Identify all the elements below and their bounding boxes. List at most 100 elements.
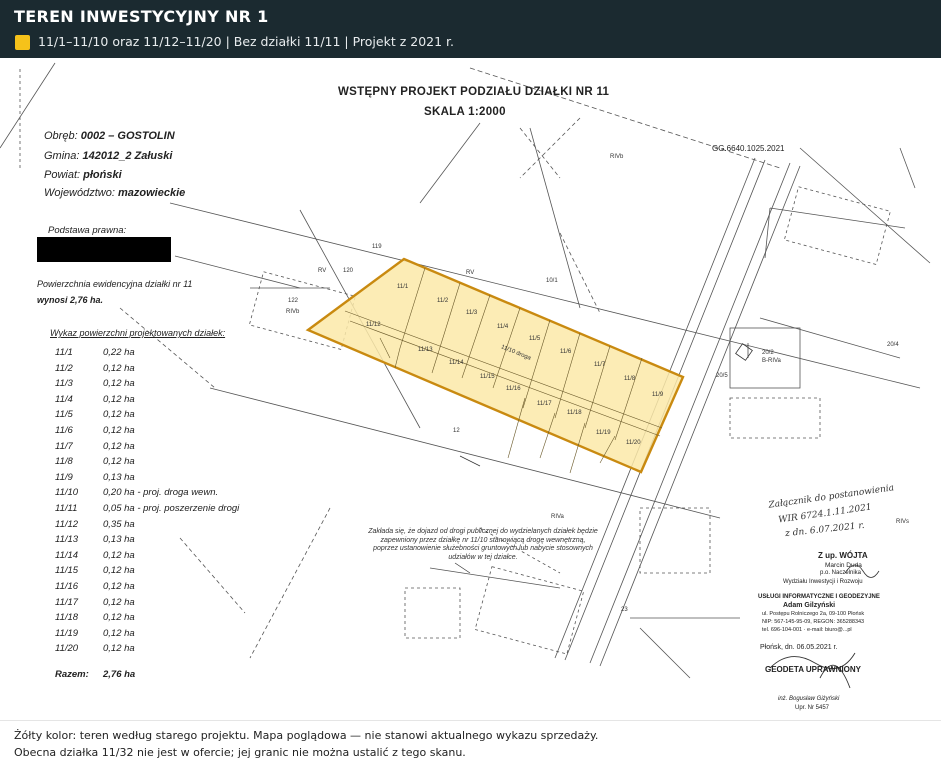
ref-code: GG.6640.1025.2021: [712, 144, 785, 153]
redaction-bar: [37, 237, 171, 262]
list-item-id: 11/4: [55, 393, 73, 405]
list-item-area: 0,12 ha: [103, 393, 135, 405]
list-item-id: 11/15: [55, 565, 79, 577]
info-powiat: Powiat: płoński: [44, 169, 122, 181]
list-item-area: 0,20 ha - proj. droga wewn.: [103, 487, 219, 499]
map-label: 20/4: [887, 342, 899, 348]
list-item-id: 11/13: [55, 534, 79, 546]
plot-label: 11/17: [537, 401, 552, 407]
stamp-line: inż. Bogusław Giżyński: [778, 696, 840, 702]
list-item-area: 0,05 ha - proj. poszerzenie drogi: [103, 503, 240, 514]
list-item-area: 0,12 ha: [103, 425, 135, 436]
map-label: RIVb: [286, 309, 300, 315]
stamp-line: GEODETA UPRAWNIONY: [765, 665, 862, 674]
info-powierzchnia-2: wynosi 2,76 ha.: [37, 295, 104, 305]
map-title: WSTĘPNY PROJEKT PODZIAŁU DZIAŁKI NR 11: [338, 86, 610, 98]
plot-label: 11/15: [480, 374, 495, 380]
list-item-id: 11/19: [55, 627, 79, 639]
stamp-line: ul. Postępu Rolniczego 2a, 09-100 Płońsk: [762, 611, 865, 617]
map-label: 12: [453, 428, 460, 434]
stamp-line: USŁUGI INFORMATYCZNE I GEODEZYJNE: [758, 594, 880, 600]
list-item-area: 0,22 ha: [103, 347, 135, 358]
list-item-area: 0,12 ha: [103, 440, 135, 452]
plot-label: 11/5: [529, 336, 541, 342]
list-item-area: 0,12 ha: [103, 581, 135, 592]
map-label: RIVs: [896, 519, 910, 525]
list-item-id: 11/8: [55, 456, 73, 468]
stamp-line: p.o. Naczelnika: [820, 570, 862, 576]
stamp-line: Adam Gilzyński: [783, 602, 836, 609]
map-scale: SKALA 1:2000: [424, 106, 506, 118]
list-item-area: 0,12 ha: [103, 565, 135, 577]
list-title: Wykaz powierzchni projektowanych działek…: [50, 328, 226, 338]
list-item-area: 0,12 ha: [103, 627, 135, 639]
list-item-id: 11/14: [55, 549, 79, 561]
list-item-id: 11/6: [55, 425, 73, 436]
map-label: 20/2: [762, 350, 774, 356]
map-label: 120: [343, 268, 354, 274]
plot-label: 11/12: [366, 322, 381, 328]
list-item-id: 11/1: [55, 347, 73, 358]
info-gmina: Gmina: 142012_2 Załuski: [44, 150, 173, 162]
footer: Żółty kolor: teren według starego projek…: [0, 720, 941, 768]
plot-label: 11/9: [652, 392, 664, 398]
stamp-line: Wydziału Inwestycji i Rozwoju: [783, 579, 863, 585]
plot-label: 11/3: [466, 310, 478, 316]
plot-label: 11/1: [397, 284, 409, 290]
stamp-line: NIP: 567-145-95-09, REGON: 365288343: [762, 619, 865, 625]
footer-line-1: Żółty kolor: teren według starego projek…: [14, 729, 599, 742]
map-label: 122: [288, 298, 299, 304]
list-item-area: 0,13 ha: [103, 471, 135, 483]
info-podstawa: Podstawa prawna:: [48, 225, 127, 236]
map-label: B-RIVa: [762, 358, 781, 364]
header-bar: TEREN INWESTYCYJNY NR 1 11/1–11/10 oraz …: [0, 0, 941, 58]
map-label: RV: [466, 270, 475, 276]
list-item-id: 11/3: [55, 378, 73, 390]
plot-label: 11/2: [437, 298, 449, 304]
plot-label: 11/14: [449, 360, 464, 366]
list-item-id: 11/20: [55, 643, 79, 655]
list-item-area: 0,35 ha: [103, 518, 135, 530]
stamp-line: Upr. Nr 5457: [795, 705, 830, 711]
list-item-id: 11/16: [55, 581, 79, 592]
list-item-id: 11/7: [55, 440, 73, 452]
list-item-area: 0,12 ha: [103, 549, 135, 561]
map-label: RIVa: [551, 514, 564, 520]
map-label: RIVb: [610, 154, 624, 160]
list-item-id: 11/9: [55, 471, 73, 483]
plot-label: 11/20: [626, 440, 641, 446]
plot-label: 11/16: [506, 386, 521, 392]
stamp-line: tel. 696-104-001 · e-mail: biuro@...pl: [762, 627, 852, 633]
stamp-line: Marcin Duda: [825, 562, 862, 569]
list-item-area: 0,13 ha: [103, 534, 135, 546]
list-item-id: 11/17: [55, 596, 79, 608]
plot-label: 11/4: [497, 324, 509, 330]
list-item-id: 11/10: [55, 487, 79, 499]
plot-label: 11/18: [567, 410, 582, 416]
list-item-id: 11/11: [55, 503, 78, 514]
list-item-area: 0,12 ha: [103, 612, 135, 624]
legal-note: Zakłada się, że dojazd od drogi publiczn…: [368, 528, 598, 561]
list-item-area: 0,12 ha: [103, 378, 135, 390]
legend-swatch: [15, 35, 30, 50]
list-item-area: 0,12 ha: [103, 596, 135, 608]
info-obreb: Obręb: 0002 – GOSTOLIN: [44, 130, 175, 142]
footer-line-2: Obecna działka 11/32 nie jest w ofercie;…: [14, 746, 466, 759]
plot-label: 11/13: [418, 347, 433, 353]
page-subtitle: 11/1–11/10 oraz 11/12–11/20 | Bez działk…: [38, 34, 454, 49]
stamp-line: Z up. WÓJTA: [818, 551, 868, 560]
list-item-id: 11/2: [55, 362, 73, 374]
map-label: 10/1: [546, 278, 558, 284]
map-label: 23: [621, 607, 628, 613]
map-scan: WSTĘPNY PROJEKT PODZIAŁU DZIAŁKI NR 11 S…: [0, 58, 941, 720]
list-item-id: 11/12: [55, 518, 79, 530]
plot-label: 11/8: [624, 376, 636, 382]
info-wojewodztwo: Województwo: mazowieckie: [44, 187, 186, 199]
plot-label: 11/6: [560, 349, 572, 355]
list-item-area: 0,12 ha: [103, 456, 135, 468]
list-item-id: 11/5: [55, 409, 73, 421]
map-label: RV: [318, 268, 327, 274]
list-item-area: 0,12 ha: [103, 409, 135, 421]
place-date: Płońsk, dn. 06.05.2021 r.: [760, 644, 838, 651]
list-item-area: 0,12 ha: [103, 362, 135, 374]
